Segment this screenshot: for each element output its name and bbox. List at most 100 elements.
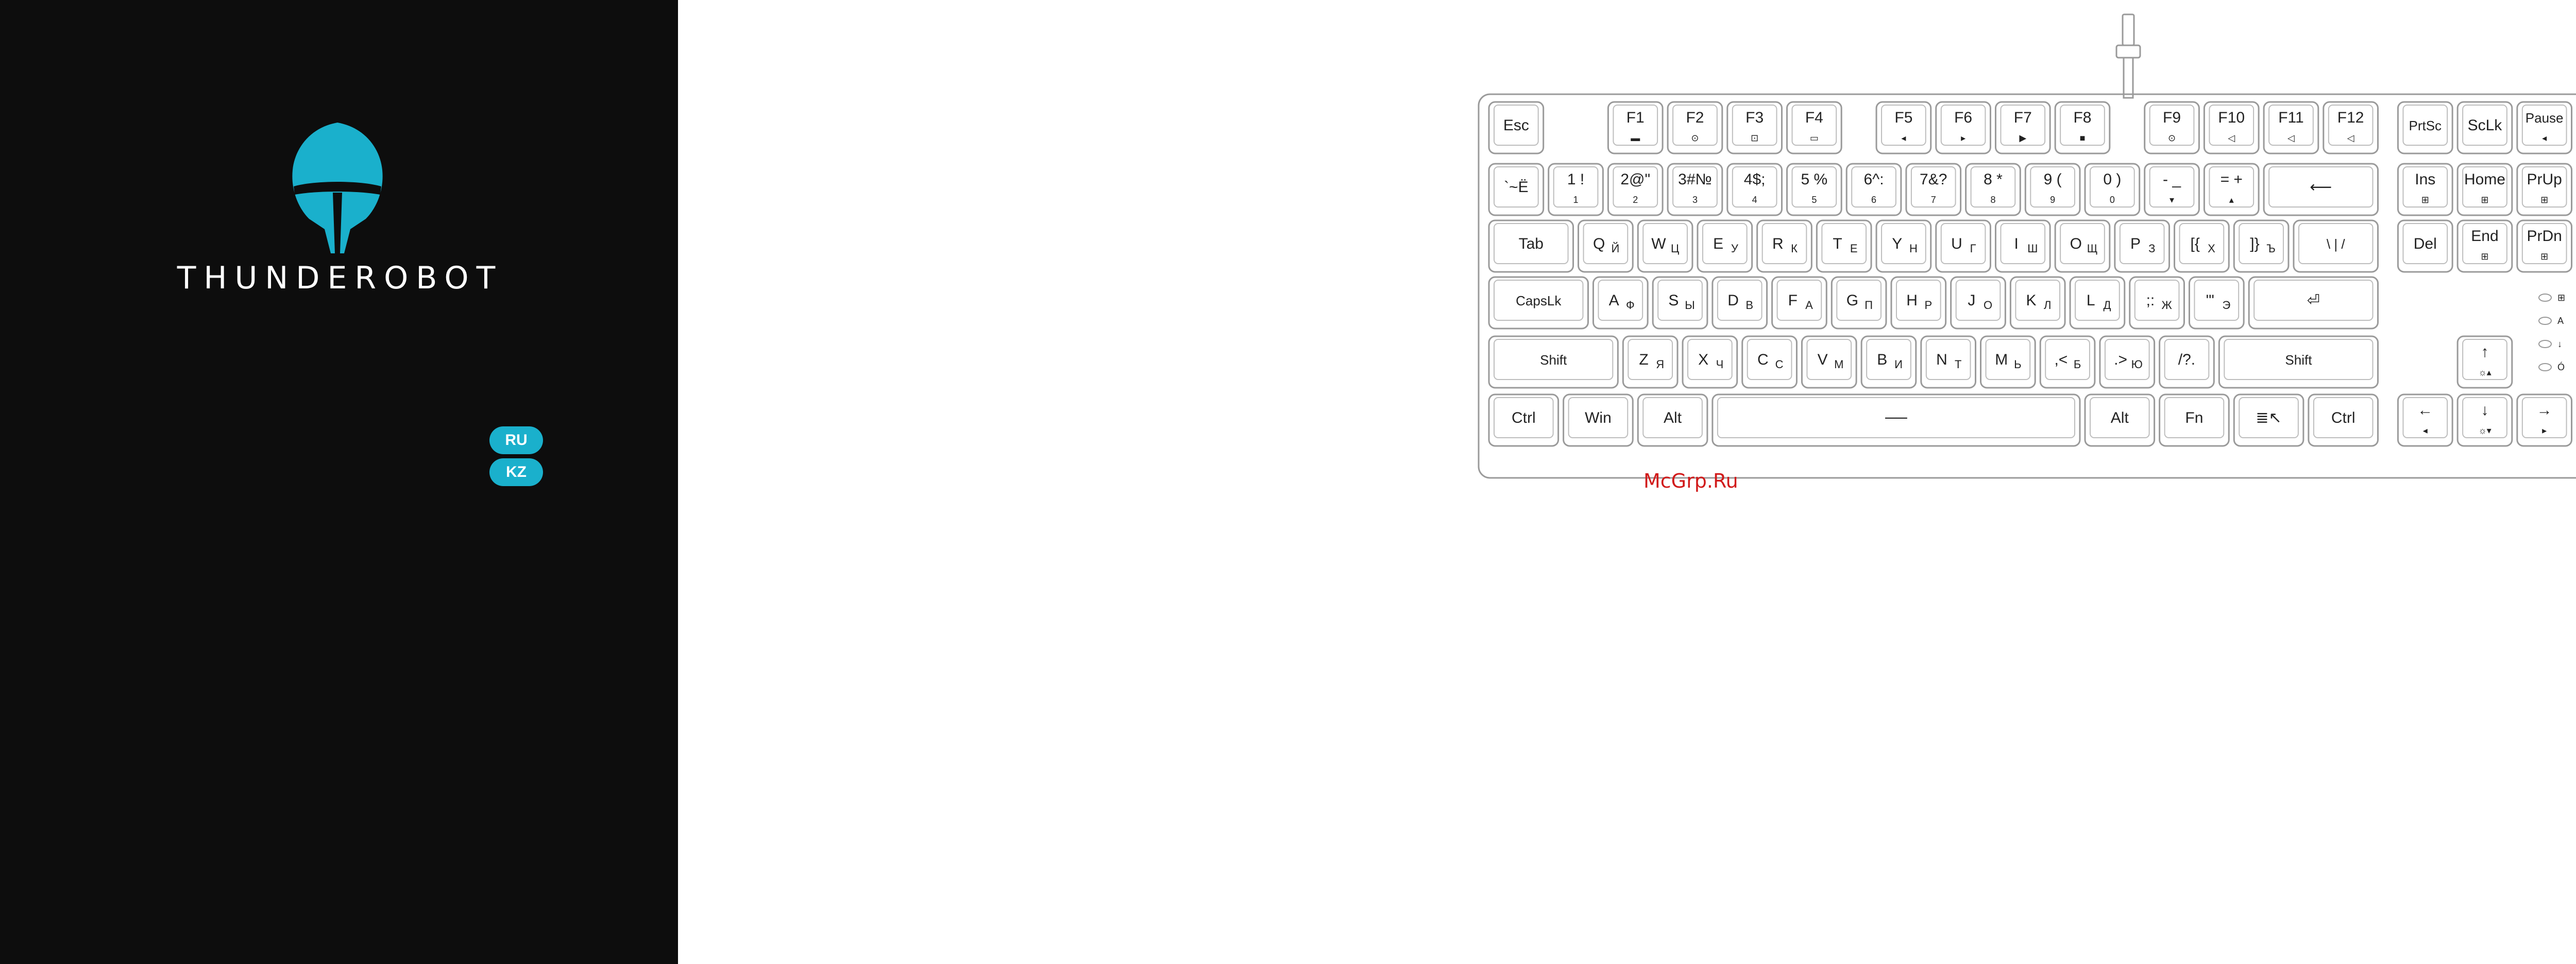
key-label: Y [1892, 235, 1902, 252]
key-label: P [2130, 235, 2141, 252]
keycap: F7 ▶ [1994, 101, 2051, 154]
key-sublabel: ⊙ [2168, 133, 2176, 143]
key-sublabel: 3 [1692, 195, 1698, 205]
key-label: Q [1593, 235, 1605, 252]
key-label-ru: Ы [1685, 299, 1694, 312]
key-label: M [1995, 351, 2008, 368]
keycap: SЫ [1652, 276, 1708, 330]
keycap: ]} Ъ [2233, 219, 2290, 273]
key-label-ru: З [2148, 242, 2155, 255]
keycap: Esc [1488, 101, 1545, 154]
keycap: CapsLk [1488, 276, 1589, 330]
key-sublabel: ▭ [1810, 133, 1819, 143]
key-label-ru: Й [1612, 242, 1620, 255]
keycap: F11 ◁ [2263, 101, 2319, 154]
key-label-ru: Ш [2027, 242, 2038, 255]
key-label: F9 [2163, 109, 2181, 126]
key-label: I [2014, 235, 2018, 252]
key-label: [{ [2191, 235, 2200, 252]
key-label: CapsLk [1516, 293, 1562, 308]
lang-tab-ru[interactable]: RU [489, 426, 543, 454]
key-label-ru: О [1984, 299, 1992, 312]
key-sublabel: ◂ [1901, 133, 1906, 143]
indicator-label: ↓ [2557, 339, 2562, 349]
key-label-ru: Г [1970, 242, 1976, 255]
key-label: 9 ( [2044, 171, 2062, 188]
key-label-ru: К [1791, 242, 1798, 255]
key-sublabel: ◁ [2287, 133, 2295, 143]
key-label: Win [1585, 409, 1612, 426]
key-label-ru: Д [2103, 299, 2111, 312]
keycap: DВ [1711, 276, 1768, 330]
keycap: IШ [1994, 219, 2051, 273]
key-label-ru: М [1834, 358, 1843, 371]
status-indicator: ↓ [2538, 339, 2562, 349]
keycap: /?. [2159, 335, 2215, 389]
key-label: ;: [2146, 292, 2155, 309]
key-label: J [1968, 292, 1975, 309]
key-label-ru: Щ [2087, 242, 2098, 255]
keycap: [{Х [2174, 219, 2230, 273]
keycap: Ctrl [1488, 393, 1560, 447]
key-label: - _ [2163, 171, 2181, 188]
keycap: F3 ⊡ [1726, 101, 1783, 154]
keycap: ⟵ [2263, 163, 2379, 216]
keycap: QЙ [1578, 219, 1634, 273]
keycap: ←◂ [2397, 393, 2453, 447]
key-label: 2@" [1620, 171, 1650, 188]
key-label-ru: Э [2222, 299, 2230, 312]
key-label: End [2471, 228, 2498, 245]
key-label: 7&? [1920, 171, 1947, 188]
key-label: `~Ё [1504, 179, 1529, 196]
key-label: /?. [2178, 351, 2195, 368]
keycap: 6^: 6 [1845, 163, 1902, 216]
keycap: Win [1563, 393, 1634, 447]
lang-tab-kz[interactable]: KZ [489, 458, 543, 486]
key-label-ru: Ч [1716, 358, 1724, 371]
keycap: .> Ю [2099, 335, 2156, 389]
keycap: NТ [1920, 335, 1977, 389]
key-sublabel: ⊙ [1691, 133, 1699, 143]
keycap: Shift [2218, 335, 2379, 389]
keycap: Alt [2084, 393, 2156, 447]
key-label: PrtSc [2409, 118, 2442, 133]
key-label: → [2537, 402, 2552, 419]
key-label-ru: Б [2074, 358, 2081, 371]
brand-sidebar: THUNDEROBOT RU KZ [0, 0, 678, 964]
key-label-ru: Ь [2014, 358, 2021, 371]
keycap: `~Ё [1488, 163, 1545, 216]
keycap: ScLk [2456, 101, 2513, 154]
key-label: ── [1885, 409, 1907, 426]
key-label: F6 [1954, 109, 1972, 126]
keycap: OЩ [2054, 219, 2111, 273]
status-indicator: ⊞ [2538, 292, 2565, 303]
keycap: TЕ [1816, 219, 1872, 273]
keycap: PЗ [2114, 219, 2171, 273]
keycap: PrDn ⊞ [2516, 219, 2573, 273]
key-label: ,< [2054, 351, 2067, 368]
keycap: HР [1890, 276, 1947, 330]
key-sublabel: ▬ [1631, 133, 1640, 143]
key-label: 4$; [1744, 171, 1766, 188]
key-sublabel: 5 [1811, 195, 1817, 205]
keycap: F5 ◂ [1875, 101, 1932, 154]
key-sublabel: ☼▾ [2478, 425, 2492, 436]
key-sublabel: ☼▴ [2478, 367, 2492, 377]
key-label-ru: П [1865, 299, 1873, 312]
key-label-ru: Ф [1626, 299, 1635, 312]
keycap: 1 ! 1 [1548, 163, 1604, 216]
keycap: ↓ ☼▾ [2456, 393, 2513, 447]
key-label: ⟵ [2310, 179, 2332, 196]
keycap: KЛ [2009, 276, 2066, 330]
key-sublabel: 8 [1990, 195, 1995, 205]
key-label-ru: Я [1656, 358, 1664, 371]
key-label: A [1609, 292, 1619, 309]
key-label: W [1651, 235, 1666, 252]
keycap: Ctrl [2308, 393, 2379, 447]
usb-cable [2115, 13, 2141, 99]
key-sublabel: 7 [1931, 195, 1936, 205]
key-label-ru: Р [1925, 299, 1933, 312]
keycap: FА [1771, 276, 1827, 330]
keycap: Del [2397, 219, 2453, 273]
key-label: 0 ) [2103, 171, 2121, 188]
